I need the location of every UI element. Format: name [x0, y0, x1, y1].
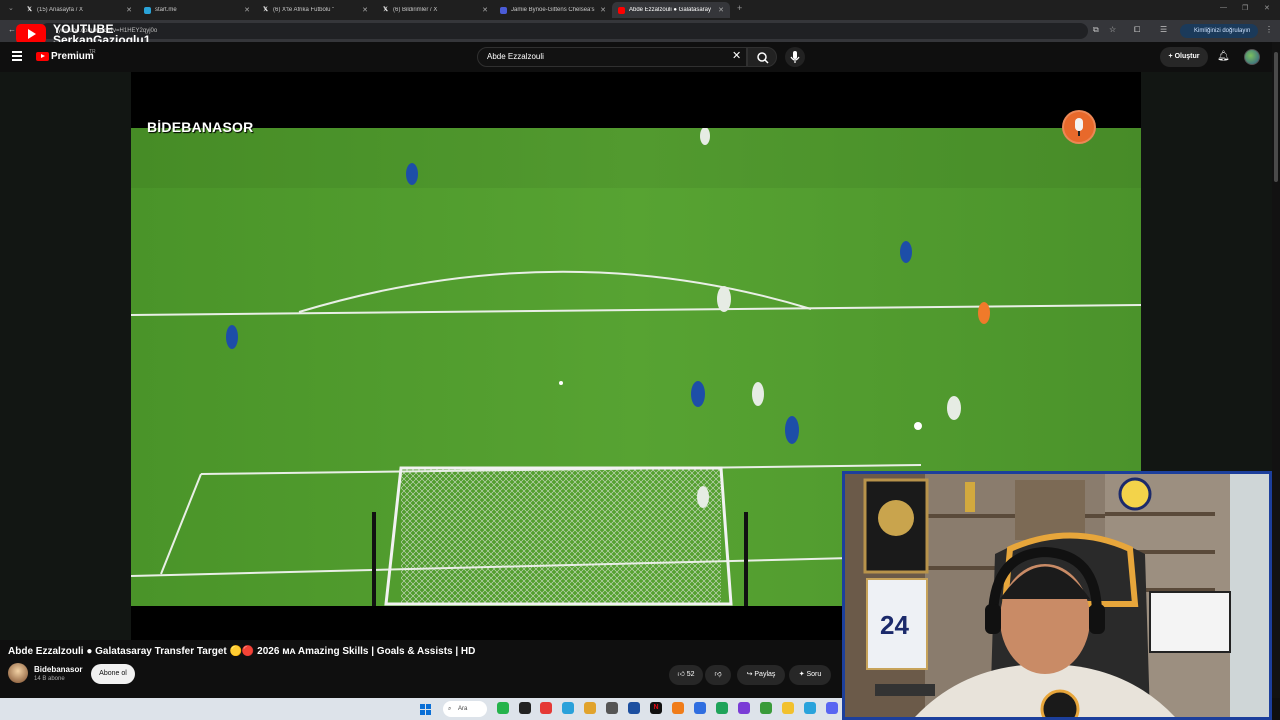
thumbs-down-icon: 👎︎: [714, 671, 722, 678]
discord-icon[interactable]: [826, 702, 838, 714]
netflix-icon[interactable]: N: [650, 702, 662, 714]
tab-title: Jamie Bynoe-Gittens Chelsea's: [511, 7, 595, 13]
channel-avatar[interactable]: [8, 663, 28, 683]
search-icon: ⌕: [448, 706, 452, 712]
app-icon[interactable]: [672, 702, 684, 714]
x-icon: 𝕏: [27, 6, 32, 13]
page-scrollbar[interactable]: [1272, 42, 1280, 698]
close-icon[interactable]: ✕: [126, 6, 132, 14]
app-icon[interactable]: [760, 702, 772, 714]
like-count: 52: [686, 671, 695, 678]
app-icon[interactable]: [519, 702, 531, 714]
tab-search-icon[interactable]: ⌄: [8, 4, 14, 12]
premium-label[interactable]: Premium: [51, 51, 94, 62]
youtube-logo-overlay: [16, 24, 46, 44]
create-label: Oluştur: [1174, 53, 1200, 60]
search-button[interactable]: [747, 47, 777, 67]
channel-name[interactable]: Bidebanasor: [34, 665, 82, 674]
tab-title: (6) X'te Afrika Futbolu ": [273, 7, 335, 13]
extensions-icon[interactable]: ⧠: [1134, 25, 1140, 35]
search-input[interactable]: Abde Ezzalzouli: [477, 47, 747, 67]
svg-text:24: 24: [880, 610, 909, 640]
browser-tab-2[interactable]: start.me ✕: [138, 2, 256, 18]
scrollbar-thumb[interactable]: [1274, 52, 1278, 182]
create-button[interactable]: + Oluştur: [1160, 47, 1208, 67]
minimize-icon[interactable]: —: [1220, 4, 1227, 11]
address-bar[interactable]: youtube.com/watch?v=H1HEY2qyj0o: [40, 23, 1088, 39]
taskbar-search-label: Ara: [458, 706, 468, 712]
media-control-icon[interactable]: ☰: [1160, 25, 1167, 34]
install-icon[interactable]: ⧉: [1093, 25, 1099, 35]
youtube-masthead: Premium TR Abde Ezzalzouli ✕ + Oluştur 🔔…: [0, 42, 1272, 72]
browser-tab-4[interactable]: 𝕏 (6) Bildirimler / X ✕: [376, 2, 494, 18]
tab-title: Abde Ezzalzouli ● Galatasaray: [629, 7, 711, 13]
whatsapp-icon[interactable]: [497, 702, 509, 714]
maximize-icon[interactable]: ❐: [1242, 4, 1248, 12]
bookmark-star-icon[interactable]: ☆: [1109, 25, 1116, 34]
share-button[interactable]: ↪ Paylaş: [737, 665, 785, 685]
close-icon[interactable]: ✕: [482, 6, 488, 14]
close-icon[interactable]: ✕: [362, 6, 368, 14]
share-label: Paylaş: [754, 671, 776, 678]
zoom-icon[interactable]: [694, 702, 706, 714]
new-tab-button[interactable]: +: [737, 3, 742, 13]
close-icon[interactable]: ✕: [718, 6, 724, 14]
file-explorer-icon[interactable]: [782, 702, 794, 714]
browser-tab-3[interactable]: 𝕏 (6) X'te Afrika Futbolu " ✕: [256, 2, 374, 18]
app-icon[interactable]: [804, 702, 816, 714]
back-icon[interactable]: ←: [8, 25, 16, 34]
microphone-icon: [790, 51, 800, 63]
subscriber-count: 14 B abone: [34, 676, 65, 682]
x-icon: 𝕏: [383, 6, 388, 13]
youtube-logo[interactable]: [36, 52, 49, 61]
video-watermark: BİDEBANASOR: [147, 119, 254, 135]
close-icon[interactable]: ✕: [600, 6, 606, 14]
subscribe-button[interactable]: Abone ol: [91, 664, 135, 684]
windows-start-icon[interactable]: [420, 704, 431, 715]
tab-title: (6) Bildirimler / X: [393, 7, 438, 13]
chrome-icon[interactable]: [584, 702, 596, 714]
browser-tab-strip: ⌄ 𝕏 (15) Anasayfa / X ✕ start.me ✕ 𝕏 (6)…: [0, 0, 1280, 20]
app-icon[interactable]: [738, 702, 750, 714]
sparkle-icon: ✦: [798, 671, 807, 678]
clear-search-icon[interactable]: ✕: [732, 49, 741, 62]
x-icon: 𝕏: [263, 6, 268, 13]
window-close-icon[interactable]: ✕: [1264, 4, 1270, 12]
voice-search-button[interactable]: [785, 47, 805, 67]
search-icon: [757, 52, 769, 64]
telegram-icon[interactable]: [562, 702, 574, 714]
notifications-bell-icon[interactable]: 🔔︎: [1217, 51, 1230, 62]
thumbs-up-icon: 👍︎: [677, 671, 687, 678]
app-icon[interactable]: [540, 702, 552, 714]
like-button[interactable]: 👍︎ 52: [669, 665, 703, 685]
ask-label: Soru: [806, 671, 822, 678]
youtube-icon: [618, 6, 625, 14]
browser-toolbar: ← youtube.com/watch?v=H1HEY2qyj0o ⧉ ☆ ⧠ …: [0, 20, 1280, 42]
tab-title: (15) Anasayfa / X: [37, 7, 84, 13]
webcam-feed-image: 24: [845, 474, 1269, 717]
profile-avatar[interactable]: [1244, 49, 1260, 65]
tf-icon: [500, 6, 507, 14]
browser-menu-icon[interactable]: ⋮: [1265, 25, 1273, 34]
browser-tab-6[interactable]: Abde Ezzalzouli ● Galatasaray ✕: [612, 2, 730, 18]
region-label: TR: [89, 49, 96, 55]
tab-title: start.me: [155, 7, 177, 13]
ask-button[interactable]: ✦ Soru: [789, 665, 831, 685]
browser-tab-5[interactable]: Jamie Bynoe-Gittens Chelsea's ✕: [494, 2, 612, 18]
video-title: Abde Ezzalzouli ● Galatasaray Transfer T…: [8, 646, 476, 657]
verify-identity-button[interactable]: Kimliğinizi doğrulayın: [1180, 24, 1258, 38]
chatgpt-icon[interactable]: [606, 702, 618, 714]
browser-tab-1[interactable]: 𝕏 (15) Anasayfa / X ✕: [20, 2, 138, 18]
taskbar-search-box[interactable]: ⌕ Ara: [443, 701, 487, 717]
app-icon[interactable]: [716, 702, 728, 714]
close-icon[interactable]: ✕: [244, 6, 250, 14]
startme-icon: [144, 6, 151, 14]
app-icon[interactable]: [628, 702, 640, 714]
podcast-microphone-logo: [1062, 110, 1096, 144]
menu-icon[interactable]: [12, 51, 22, 61]
dislike-button[interactable]: 👎︎: [705, 665, 731, 685]
streamer-webcam: 24: [842, 471, 1272, 720]
